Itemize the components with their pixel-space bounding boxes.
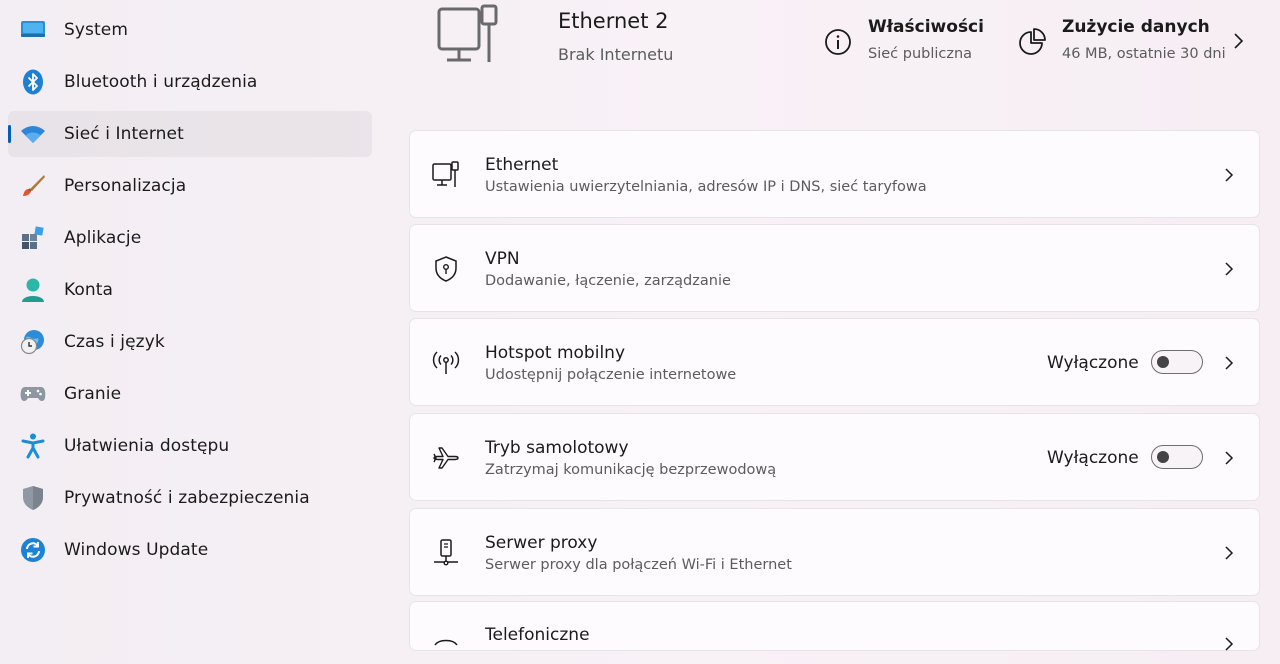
card-subtitle: Ustawienia uwierzytelniania, adresów IP … — [485, 179, 927, 195]
sidebar-item-label: Granie — [64, 384, 122, 404]
sidebar: System Bluetooth i urządzenia Sieć i Int… — [0, 0, 400, 640]
vpn-shield-icon — [430, 253, 462, 285]
sidebar-item-label: Bluetooth i urządzenia — [64, 72, 258, 92]
wifi-icon — [20, 121, 46, 147]
sidebar-item-time-language[interactable]: Czas i język — [8, 319, 372, 365]
chevron-right-icon — [1232, 30, 1246, 52]
dialup-icon — [430, 632, 462, 664]
sidebar-item-accounts[interactable]: Konta — [8, 267, 372, 313]
card-subtitle: Dodawanie, łączenie, zarządzanie — [485, 273, 731, 289]
airplane-state-label: Wyłączone — [1047, 448, 1139, 468]
airplane-mode-toggle[interactable] — [1151, 445, 1203, 469]
data-usage-link[interactable]: Zużycie danych 46 MB, ostatnie 30 dni — [1014, 12, 1254, 72]
hotspot-toggle[interactable] — [1151, 350, 1203, 374]
hotspot-card[interactable]: Hotspot mobilny Udostępnij połączenie in… — [409, 318, 1260, 406]
chevron-right-icon — [1222, 543, 1236, 563]
page-title: Ethernet 2 — [558, 9, 669, 33]
sidebar-item-personalization[interactable]: Personalizacja — [8, 163, 372, 209]
pie-chart-icon — [1018, 28, 1048, 56]
sidebar-item-label: Konta — [64, 280, 114, 300]
apps-icon — [20, 225, 46, 251]
sidebar-item-apps[interactable]: Aplikacje — [8, 215, 372, 261]
brush-icon — [20, 173, 46, 199]
card-title: Serwer proxy — [485, 533, 598, 553]
card-subtitle: Serwer proxy dla połączeń Wi-Fi i Ethern… — [485, 557, 792, 573]
card-subtitle: Zatrzymaj komunikację bezprzewodową — [485, 462, 777, 478]
proxy-card[interactable]: Serwer proxy Serwer proxy dla połączeń W… — [409, 508, 1260, 596]
card-title: Telefoniczne — [485, 625, 590, 645]
data-usage-title: Zużycie danych — [1062, 17, 1210, 37]
chevron-right-icon — [1222, 165, 1236, 185]
sidebar-item-label: Ułatwienia dostępu — [64, 436, 230, 456]
chevron-right-icon — [1222, 634, 1236, 654]
card-subtitle: Udostępnij połączenie internetowe — [485, 367, 737, 383]
sidebar-item-network[interactable]: Sieć i Internet — [8, 111, 372, 157]
sidebar-item-label: Prywatność i zabezpieczenia — [64, 488, 310, 508]
properties-link[interactable]: Właściwości Sieć publiczna — [820, 12, 990, 72]
data-usage-subtitle: 46 MB, ostatnie 30 dni — [1062, 46, 1226, 62]
vpn-card[interactable]: VPN Dodawanie, łączenie, zarządzanie — [409, 224, 1260, 312]
hotspot-state-label: Wyłączone — [1047, 353, 1139, 373]
properties-subtitle: Sieć publiczna — [868, 46, 973, 62]
sidebar-item-accessibility[interactable]: Ułatwienia dostępu — [8, 423, 372, 469]
properties-title: Właściwości — [868, 17, 984, 37]
sidebar-item-label: Aplikacje — [64, 228, 142, 248]
bluetooth-icon — [20, 69, 46, 95]
time-language-icon — [20, 329, 46, 355]
sidebar-item-bluetooth[interactable]: Bluetooth i urządzenia — [8, 59, 372, 105]
ethernet-device-icon — [434, 2, 502, 68]
sidebar-item-label: System — [64, 20, 128, 40]
sidebar-item-label: Czas i język — [64, 332, 165, 352]
sidebar-item-windows-update[interactable]: Windows Update — [8, 527, 372, 573]
hotspot-icon — [430, 347, 462, 379]
accessibility-icon — [20, 433, 46, 459]
info-icon — [824, 28, 852, 56]
windows-update-icon — [20, 537, 46, 563]
ethernet-card[interactable]: Ethernet Ustawienia uwierzytelniania, ad… — [409, 130, 1260, 218]
chevron-right-icon — [1222, 448, 1236, 468]
card-title: Ethernet — [485, 155, 559, 175]
gamepad-icon — [20, 381, 46, 407]
chevron-right-icon — [1222, 353, 1236, 373]
proxy-icon — [430, 537, 462, 569]
sidebar-item-label: Sieć i Internet — [64, 124, 184, 144]
ethernet-icon — [430, 159, 462, 191]
airplane-icon — [430, 442, 462, 474]
sidebar-item-privacy[interactable]: Prywatność i zabezpieczenia — [8, 475, 372, 521]
dialup-card[interactable]: Telefoniczne — [409, 601, 1260, 651]
sidebar-item-gaming[interactable]: Granie — [8, 371, 372, 417]
toggle-knob — [1157, 356, 1169, 368]
card-title: Hotspot mobilny — [485, 343, 626, 363]
toggle-knob — [1157, 451, 1169, 463]
card-title: Tryb samolotowy — [485, 438, 629, 458]
airplane-mode-card[interactable]: Tryb samolotowy Zatrzymaj komunikację be… — [409, 413, 1260, 501]
sidebar-item-system[interactable]: System — [8, 7, 372, 53]
sidebar-item-label: Windows Update — [64, 540, 209, 560]
sidebar-item-label: Personalizacja — [64, 176, 187, 196]
account-icon — [20, 277, 46, 303]
card-title: VPN — [485, 249, 520, 269]
chevron-right-icon — [1222, 259, 1236, 279]
shield-icon — [20, 485, 46, 511]
system-icon — [20, 17, 46, 43]
connection-status: Brak Internetu — [558, 45, 674, 64]
